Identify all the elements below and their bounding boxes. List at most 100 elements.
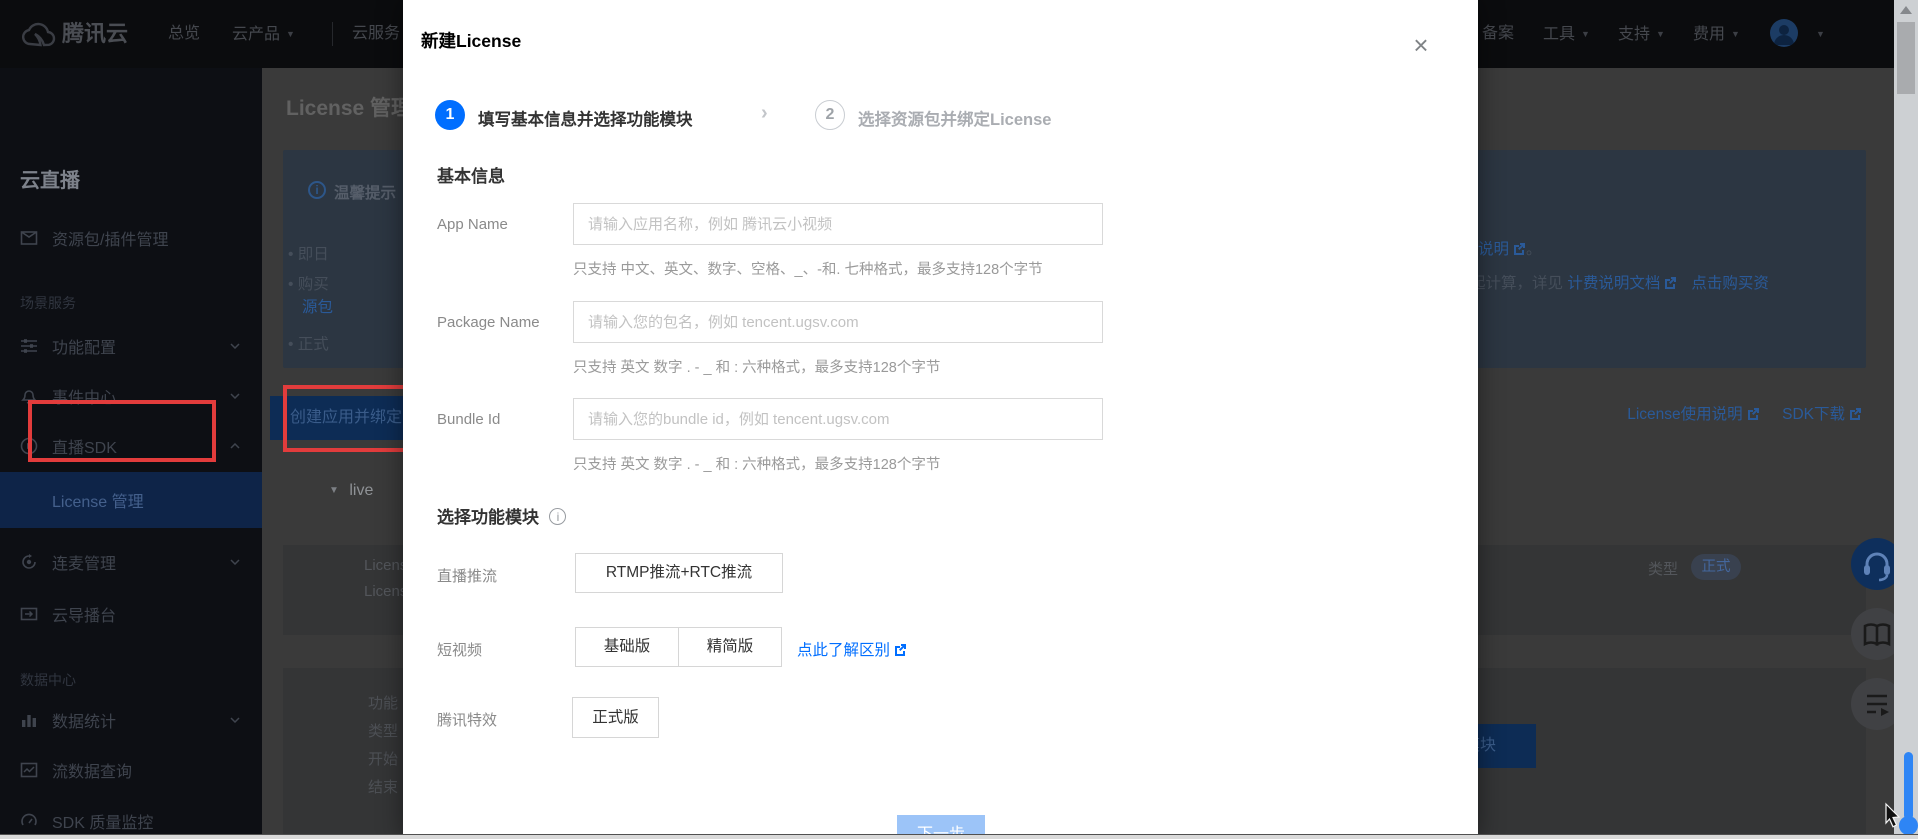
step-separator-icon: › [761, 102, 768, 125]
caret-down-icon: ▼ [286, 29, 295, 39]
app-name-input[interactable] [573, 203, 1103, 245]
bar-chart-icon [20, 711, 38, 729]
sliders-icon [20, 337, 38, 355]
short-video-label: 短视频 [437, 639, 482, 660]
detail-row-label: 功能 [368, 692, 398, 713]
basic-info-heading: 基本信息 [437, 162, 505, 187]
external-link-icon [1747, 407, 1760, 420]
brand-name[interactable]: 腾讯云 [62, 0, 128, 68]
screenshot-root: License 管理 i 温馨提示 • 即日 • 购买 源包 • 正式 说明。 … [0, 0, 1918, 839]
lite-version-option-button[interactable]: 精简版 [678, 627, 782, 667]
detail-row-label: 结束 [368, 776, 398, 797]
nav-overview[interactable]: 总览 [168, 0, 200, 68]
sidebar-item-license-mgmt[interactable]: License 管理 [0, 472, 262, 528]
live-group-toggle[interactable]: ▼ live [329, 482, 373, 500]
info-icon[interactable]: i [549, 508, 566, 525]
rtmp-rtc-option-button[interactable]: RTMP推流+RTC推流 [575, 553, 783, 593]
nav-products[interactable]: 云产品▼ [232, 0, 295, 69]
package-icon [20, 229, 38, 247]
package-name-helper: 只支持 英文 数字 . - _ 和 : 六种格式，最多支持128个字节 [573, 356, 940, 377]
monitor-arrow-icon [20, 605, 38, 623]
module-heading-row: 选择功能模块 i [437, 503, 566, 528]
user-icon [1770, 19, 1798, 47]
sidebar-item-cloud-director[interactable]: 云导播台 [0, 592, 262, 636]
sidebar-item-stream-query[interactable]: 流数据查询 [0, 748, 262, 792]
license-usage-link[interactable]: License使用说明 [1627, 406, 1742, 423]
sidebar-section-scene: 场景服务 [20, 293, 76, 313]
nav-billing[interactable]: 费用▼ [1693, 0, 1740, 69]
app-name-label: App Name [437, 216, 508, 233]
triangle-down-icon: ▼ [329, 485, 339, 496]
type-value-badge: 正式 [1691, 554, 1741, 580]
scroll-position-marker [1904, 752, 1913, 820]
window-bottom-edge [0, 834, 1918, 839]
notice-line1-fragment: 说明。 [1478, 237, 1542, 259]
modal-title: 新建License [421, 28, 521, 53]
step-1-circle: 1 [435, 100, 465, 130]
gauge-icon [20, 812, 38, 830]
detail-row-label: 类型 [368, 720, 398, 741]
external-link-icon [1849, 407, 1862, 420]
step-2-circle: 2 [815, 100, 845, 130]
bundle-id-input[interactable] [573, 398, 1103, 440]
sidebar-item-resource-mgmt[interactable]: 资源包/插件管理 [0, 216, 262, 260]
caret-down-icon: ▼ [1581, 29, 1590, 39]
info-icon: i [308, 181, 326, 199]
sidebar-item-sdk-quality[interactable]: SDK 质量监控 [0, 799, 262, 839]
chevron-down-icon [230, 343, 240, 349]
license-links-row: License使用说明 SDK下载 [1570, 402, 1862, 424]
sidebar-section-data: 数据中心 [20, 670, 76, 690]
notice-line2-fragment: 起计算，详见 计费说明文档点击购买资 [1470, 271, 1769, 293]
difference-link[interactable]: 点此了解区别 [797, 642, 890, 659]
scrollbar[interactable] [1894, 0, 1918, 839]
close-icon[interactable]: × [1405, 30, 1437, 62]
package-name-label: Package Name [437, 314, 540, 331]
notice-bullet-3: • 正式 [288, 332, 329, 354]
bundle-id-helper: 只支持 英文 数字 . - _ 和 : 六种格式，最多支持128个字节 [573, 453, 940, 474]
external-link-icon [1664, 276, 1677, 289]
avatar[interactable] [1770, 19, 1798, 47]
difference-link-row: 点此了解区别 [797, 638, 907, 660]
caret-down-icon: ▼ [1656, 29, 1665, 39]
live-push-label: 直播推流 [437, 565, 497, 586]
detail-row-label: 开始 [368, 748, 398, 769]
notice-bullet-1: • 即日 [288, 242, 329, 264]
chevron-down-icon [230, 393, 240, 399]
tencent-cloud-logo-icon [18, 18, 56, 50]
sdk-download-link[interactable]: SDK下载 [1782, 406, 1845, 423]
external-link-icon [894, 643, 907, 656]
step-1-label: 填写基本信息并选择功能模块 [478, 106, 693, 130]
scrollbar-thumb[interactable] [1897, 22, 1915, 94]
mouse-cursor [1884, 802, 1904, 830]
page-title: License 管理 [286, 92, 412, 122]
new-license-modal: 新建License × 1 填写基本信息并选择功能模块 › 2 选择资源包并绑定… [403, 0, 1478, 839]
stream-chart-icon [20, 761, 38, 779]
nav-beian[interactable]: 备案 [1482, 0, 1514, 68]
annotation-box-license-mgmt [28, 400, 216, 462]
basic-version-option-button[interactable]: 基础版 [575, 627, 679, 667]
nav-divider [332, 22, 333, 46]
sidebar-title: 云直播 [20, 164, 80, 193]
app-name-helper: 只支持 中文、英文、数字、空格、_、-和. 七种格式，最多支持128个字节 [573, 258, 1043, 279]
nav-services[interactable]: 云服务 [352, 0, 400, 68]
scroll-up-arrow-icon[interactable] [1900, 6, 1912, 14]
notice-bullet-2: • 购买 [288, 272, 329, 294]
package-name-input[interactable] [573, 301, 1103, 343]
chevron-up-icon [230, 443, 240, 449]
type-label: 类型 [1648, 558, 1678, 579]
tencent-effect-label: 腾讯特效 [437, 709, 497, 730]
notice-bullet-2-link[interactable]: 源包 [302, 295, 333, 317]
co-anchor-icon [20, 553, 38, 571]
sidebar-item-mic-mgmt[interactable]: 连麦管理 [0, 540, 262, 584]
nav-support[interactable]: 支持▼ [1618, 0, 1665, 69]
caret-down-icon[interactable]: ▼ [1816, 0, 1825, 68]
external-link-icon [1513, 242, 1526, 255]
sidebar-item-data-stats[interactable]: 数据统计 [0, 698, 262, 742]
nav-tools[interactable]: 工具▼ [1543, 0, 1590, 69]
official-version-option-button[interactable]: 正式版 [572, 697, 659, 738]
caret-down-icon: ▼ [1731, 29, 1740, 39]
step-2-label: 选择资源包并绑定License [858, 106, 1051, 130]
sidebar-item-func-config[interactable]: 功能配置 [0, 324, 262, 368]
bundle-id-label: Bundle Id [437, 411, 500, 428]
notice-title: 温馨提示 [334, 181, 396, 203]
